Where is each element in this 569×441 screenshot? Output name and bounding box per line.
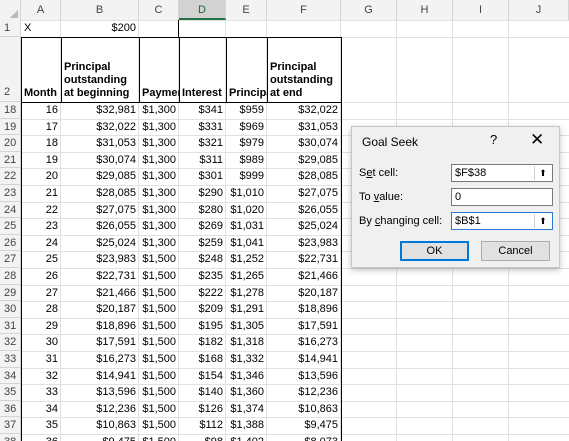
changing-cell-input[interactable]: $B$1 ⬆ [451, 212, 553, 230]
column-header-e[interactable]: E [226, 0, 267, 20]
column-header-c[interactable]: C [139, 0, 179, 20]
to-value-value: 0 [455, 191, 462, 203]
row-header[interactable]: 25 [0, 218, 21, 235]
dialog-title: Goal Seek [362, 135, 419, 149]
column-header-a[interactable]: A [21, 0, 61, 20]
table-divider [226, 37, 227, 102]
table-divider [61, 37, 62, 102]
table-divider [139, 37, 140, 102]
column-header-f[interactable]: F [267, 0, 341, 20]
changing-cell-value: $B$1 [455, 215, 481, 227]
row-header[interactable]: 18 [0, 102, 21, 119]
row-header[interactable]: 34 [0, 368, 21, 384]
row-header[interactable]: 35 [0, 384, 21, 401]
row-header[interactable]: 2 [0, 37, 21, 102]
row-header[interactable]: 1 [0, 20, 21, 37]
table-border [21, 37, 342, 441]
help-button[interactable]: ? [490, 132, 497, 147]
cancel-button[interactable]: Cancel [481, 241, 550, 261]
cell-a1[interactable]: X [21, 20, 61, 37]
set-cell-label: Set cell: [359, 167, 399, 179]
to-value-input[interactable]: 0 [451, 188, 553, 206]
table-divider [179, 37, 180, 102]
collapse-dialog-icon[interactable]: ⬆ [534, 214, 551, 228]
row-header[interactable]: 23 [0, 185, 21, 202]
row-header[interactable]: 27 [0, 251, 21, 268]
row-header[interactable]: 21 [0, 152, 21, 168]
column-header-i[interactable]: I [453, 0, 509, 20]
row-header[interactable]: 20 [0, 135, 21, 152]
row-header[interactable]: 19 [0, 119, 21, 135]
column-header-g[interactable]: G [341, 0, 397, 20]
column-header-j[interactable]: J [509, 0, 569, 20]
ok-button[interactable]: OK [400, 241, 469, 261]
spreadsheet: ABCDEFGHIJ 1 X $200 2 Month Principal outstan… [0, 0, 569, 441]
row-header[interactable]: 37 [0, 417, 21, 434]
close-icon[interactable]: ✕ [530, 130, 544, 150]
row-header[interactable]: 32 [0, 334, 21, 351]
table-divider [178, 20, 179, 37]
column-header-bar: ABCDEFGHIJ [0, 0, 569, 21]
row-header[interactable]: 28 [0, 268, 21, 285]
row-header[interactable]: 33 [0, 351, 21, 368]
row-header[interactable]: 30 [0, 301, 21, 318]
column-header-b[interactable]: B [61, 0, 139, 20]
set-cell-input[interactable]: $F$38 ⬆ [451, 164, 553, 182]
row-header[interactable]: 26 [0, 235, 21, 251]
table-divider [21, 102, 342, 103]
table-divider [267, 37, 268, 102]
collapse-dialog-icon[interactable]: ⬆ [534, 166, 551, 180]
column-header-h[interactable]: H [397, 0, 453, 20]
row-header[interactable]: 31 [0, 318, 21, 334]
row-header[interactable]: 24 [0, 202, 21, 218]
column-header-d[interactable]: D [179, 0, 226, 20]
changing-cell-label: By changing cell: [359, 215, 443, 227]
goal-seek-dialog: Goal Seek ? ✕ Set cell: $F$38 ⬆ To value… [351, 126, 560, 268]
row-header[interactable]: 38 [0, 434, 21, 441]
select-all-corner[interactable] [0, 0, 21, 20]
cell-b1[interactable]: $200 [61, 20, 139, 37]
to-value-label: To value: [359, 191, 404, 203]
row-header[interactable]: 22 [0, 168, 21, 185]
row-header[interactable]: 36 [0, 401, 21, 417]
set-cell-value: $F$38 [455, 167, 487, 179]
row-header[interactable]: 29 [0, 285, 21, 301]
